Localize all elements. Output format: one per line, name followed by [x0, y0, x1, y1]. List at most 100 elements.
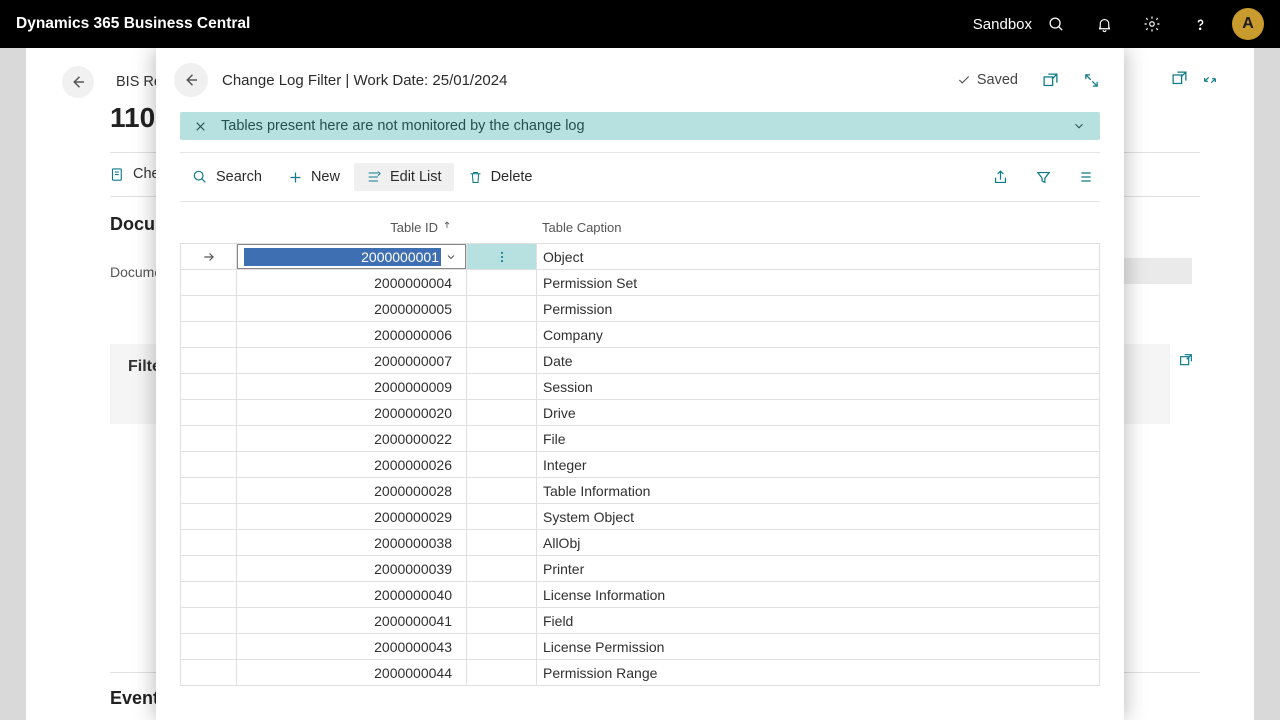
cell-table-id[interactable]: 2000000007 — [237, 348, 467, 374]
cell-table-id[interactable]: 2000000009 — [237, 374, 467, 400]
list-view-icon[interactable] — [1078, 169, 1094, 186]
table-row[interactable]: 2000000004 Permission Set — [181, 270, 1099, 296]
cell-table-caption[interactable]: Permission Range — [537, 660, 1099, 686]
row-selector[interactable] — [181, 400, 237, 426]
row-selector[interactable] — [181, 426, 237, 452]
cell-table-id[interactable]: 2000000038 — [237, 530, 467, 556]
cell-table-caption[interactable]: System Object — [537, 504, 1099, 530]
table-row[interactable]: 2000000007 Date — [181, 348, 1099, 374]
table-row[interactable]: 2000000040License Information — [181, 582, 1099, 608]
cell-table-caption[interactable]: Printer — [537, 556, 1099, 582]
row-actions[interactable] — [467, 556, 537, 582]
share-icon[interactable] — [992, 169, 1009, 186]
table-row[interactable]: 2000000006 Company — [181, 322, 1099, 348]
cell-table-id[interactable] — [237, 244, 467, 270]
table-row[interactable]: Object — [181, 244, 1099, 270]
close-banner-icon[interactable] — [194, 120, 207, 133]
cell-table-id[interactable]: 2000000029 — [237, 504, 467, 530]
row-actions[interactable] — [467, 530, 537, 556]
cell-table-caption[interactable]: Table Information — [537, 478, 1099, 504]
new-button[interactable]: New — [276, 163, 352, 191]
cell-table-id[interactable]: 2000000004 — [237, 270, 467, 296]
row-selector[interactable] — [181, 270, 237, 296]
user-avatar[interactable]: A — [1232, 8, 1264, 40]
cell-table-id[interactable]: 2000000006 — [237, 322, 467, 348]
edit-list-button[interactable]: Edit List — [354, 163, 454, 191]
row-actions[interactable] — [467, 374, 537, 400]
row-actions[interactable] — [467, 322, 537, 348]
row-actions[interactable] — [467, 582, 537, 608]
row-actions[interactable] — [467, 348, 537, 374]
row-selector[interactable] — [181, 452, 237, 478]
more-vertical-icon[interactable] — [495, 250, 509, 264]
row-selector[interactable] — [181, 374, 237, 400]
table-row[interactable]: 2000000026Integer — [181, 452, 1099, 478]
cell-table-caption[interactable]: AllObj — [537, 530, 1099, 556]
cell-table-id[interactable]: 2000000026 — [237, 452, 467, 478]
search-icon[interactable] — [1032, 0, 1080, 48]
row-selector[interactable] — [181, 556, 237, 582]
row-actions[interactable] — [467, 634, 537, 660]
cell-table-caption[interactable]: Permission Set — [537, 270, 1099, 296]
expand-banner-icon[interactable] — [1072, 119, 1086, 133]
cell-table-caption[interactable]: Date — [537, 348, 1099, 374]
cell-table-id[interactable]: 2000000041 — [237, 608, 467, 634]
row-actions[interactable] — [467, 426, 537, 452]
row-actions[interactable] — [467, 478, 537, 504]
cell-table-id[interactable]: 2000000028 — [237, 478, 467, 504]
row-selector[interactable] — [181, 608, 237, 634]
cell-table-id[interactable]: 2000000044 — [237, 660, 467, 686]
cell-table-caption[interactable]: License Permission — [537, 634, 1099, 660]
cell-table-caption[interactable]: Company — [537, 322, 1099, 348]
detach-icon[interactable] — [1171, 70, 1188, 87]
table-row[interactable]: 2000000028 Table Information — [181, 478, 1099, 504]
row-selector[interactable] — [181, 582, 237, 608]
row-actions[interactable] — [467, 270, 537, 296]
table-id-input[interactable] — [244, 248, 441, 266]
maximize-icon[interactable] — [1083, 72, 1100, 89]
cell-table-id[interactable]: 2000000043 — [237, 634, 467, 660]
notifications-icon[interactable] — [1080, 0, 1128, 48]
table-row[interactable]: 2000000005 Permission — [181, 296, 1099, 322]
row-actions[interactable] — [467, 504, 537, 530]
search-button[interactable]: Search — [180, 163, 274, 191]
help-icon[interactable] — [1176, 0, 1224, 48]
cell-table-id[interactable]: 2000000020 — [237, 400, 467, 426]
row-actions[interactable] — [467, 400, 537, 426]
row-selector[interactable] — [181, 322, 237, 348]
table-row[interactable]: 2000000038 AllObj — [181, 530, 1099, 556]
row-selector[interactable] — [181, 296, 237, 322]
cell-table-caption[interactable]: Object — [537, 244, 1099, 270]
table-row[interactable]: 2000000044 Permission Range — [181, 660, 1099, 686]
delete-button[interactable]: Delete — [456, 163, 545, 191]
row-actions[interactable] — [467, 452, 537, 478]
row-selector[interactable] — [181, 634, 237, 660]
row-actions[interactable] — [467, 296, 537, 322]
table-row[interactable]: 2000000009 Session — [181, 374, 1099, 400]
cell-table-caption[interactable]: Permission — [537, 296, 1099, 322]
cell-table-caption[interactable]: Drive — [537, 400, 1099, 426]
popout-icon[interactable] — [1178, 352, 1194, 368]
cell-table-caption[interactable]: License Information — [537, 582, 1099, 608]
cell-table-caption[interactable]: Session — [537, 374, 1099, 400]
table-row[interactable]: 2000000020 Drive — [181, 400, 1099, 426]
cell-table-id[interactable]: 2000000005 — [237, 296, 467, 322]
table-row[interactable]: 2000000043 License Permission — [181, 634, 1099, 660]
row-actions[interactable] — [467, 244, 537, 270]
collapse-icon[interactable] — [1202, 72, 1218, 88]
settings-icon[interactable] — [1128, 0, 1176, 48]
row-selector[interactable] — [181, 660, 237, 686]
open-new-window-icon[interactable] — [1042, 72, 1059, 89]
back-button-bg[interactable] — [62, 66, 94, 98]
table-row[interactable]: 2000000039 Printer — [181, 556, 1099, 582]
col-table-caption[interactable]: Table Caption — [536, 220, 1100, 235]
cell-table-caption[interactable]: Field — [537, 608, 1099, 634]
row-selector[interactable] — [181, 478, 237, 504]
table-row[interactable]: 2000000022File — [181, 426, 1099, 452]
table-row[interactable]: 2000000041 Field — [181, 608, 1099, 634]
cell-table-id[interactable]: 2000000039 — [237, 556, 467, 582]
cell-table-caption[interactable]: File — [537, 426, 1099, 452]
row-actions[interactable] — [467, 660, 537, 686]
lookup-dropdown-icon[interactable] — [441, 251, 461, 263]
row-selector[interactable] — [181, 348, 237, 374]
